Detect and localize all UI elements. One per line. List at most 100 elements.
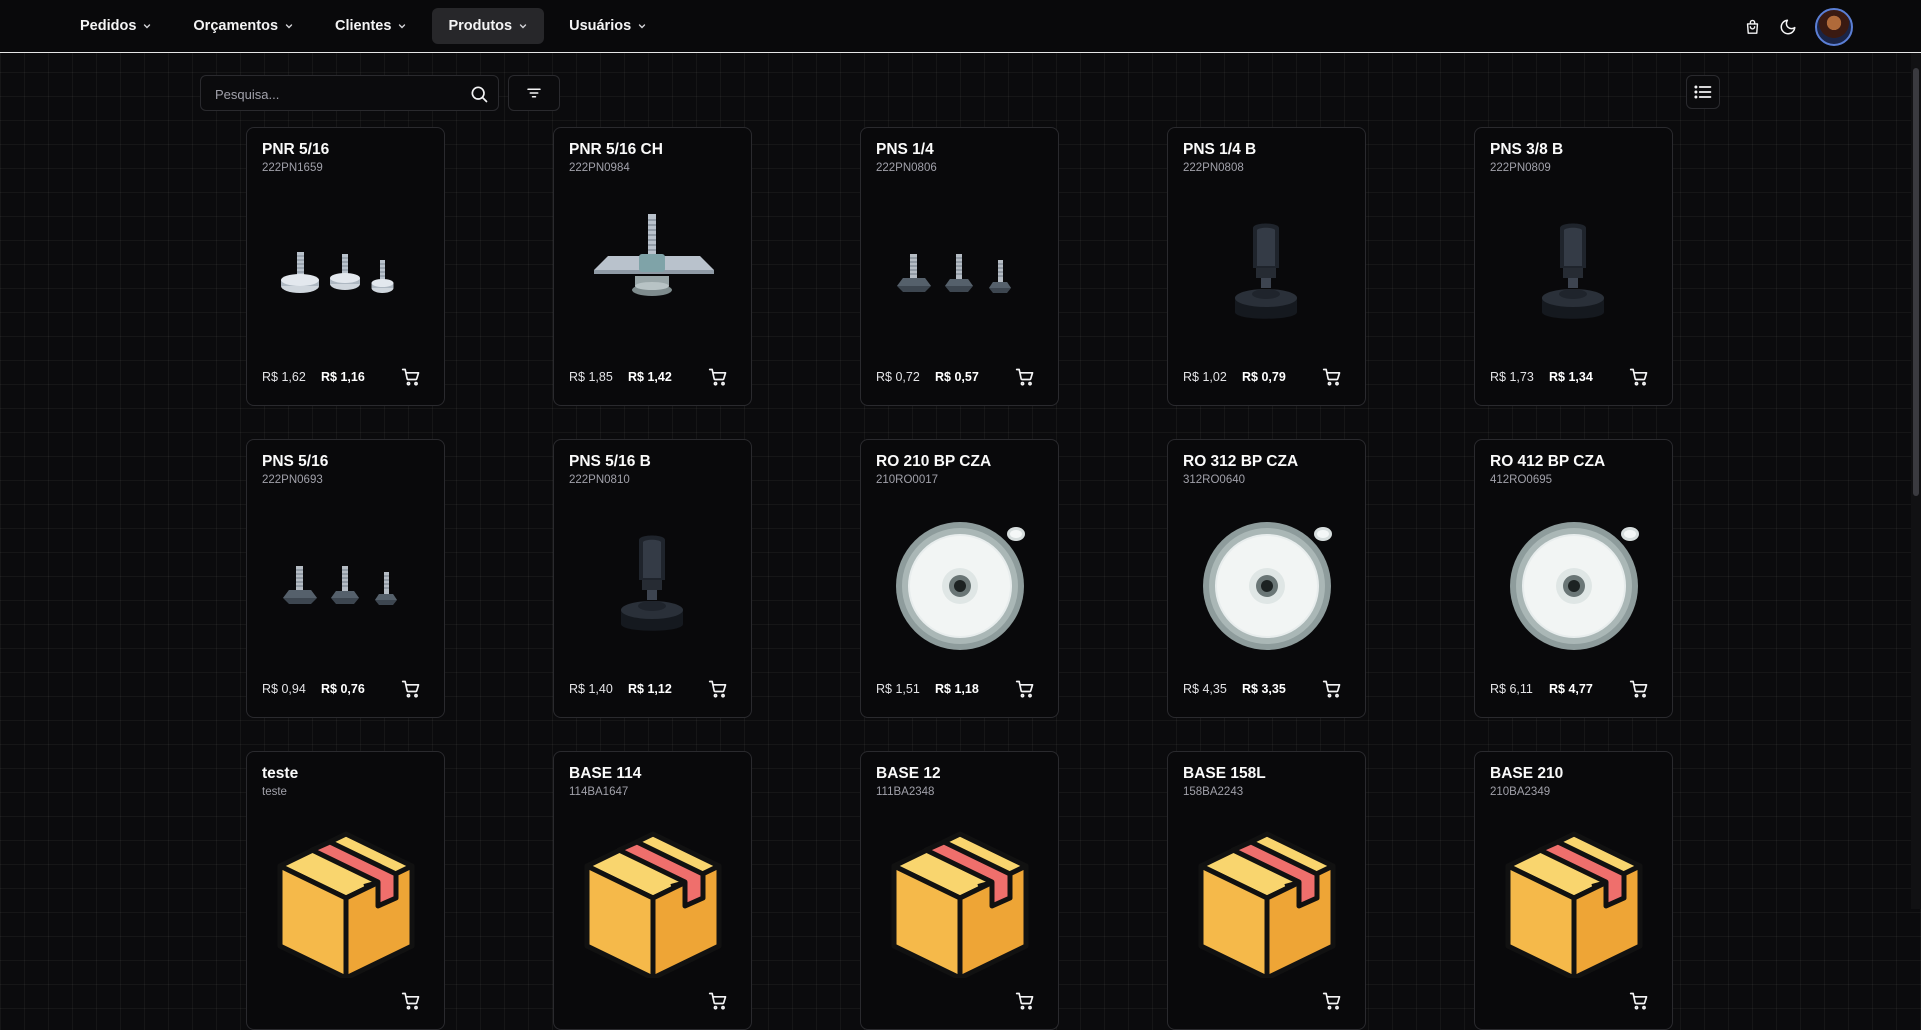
product-image <box>262 506 430 666</box>
product-card[interactable]: PNS 5/16 B 222PN0810 R$ 1,40 R$ 1,12 <box>553 439 752 718</box>
filter-button[interactable] <box>508 75 560 111</box>
product-image <box>569 194 737 354</box>
add-to-cart-button[interactable] <box>1322 679 1342 699</box>
product-code: 222PN0693 <box>262 474 323 486</box>
product-code: 210BA2349 <box>1490 786 1551 798</box>
product-code: teste <box>262 786 287 798</box>
product-card[interactable]: PNS 1/4 222PN0806 R$ 0,72 R$ 0,57 <box>860 127 1059 406</box>
product-name: PNS 5/16 B <box>569 453 651 470</box>
search-box <box>200 75 499 111</box>
product-card[interactable]: RO 412 BP CZA 412RO0695 R$ 6,11 R$ 4,77 <box>1474 439 1673 718</box>
add-to-cart-button[interactable] <box>708 679 728 699</box>
cart-icon <box>1015 680 1034 698</box>
add-to-cart-button[interactable] <box>1015 367 1035 387</box>
chevron-down-icon <box>519 24 527 29</box>
add-to-cart-button[interactable] <box>708 367 728 387</box>
add-to-cart-button[interactable] <box>1322 991 1342 1011</box>
cart-icon <box>708 368 727 386</box>
product-card[interactable]: PNR 5/16 CH 222PN0984 R$ 1,85 R$ 1,42 <box>553 127 752 406</box>
product-name: BASE 114 <box>569 765 642 782</box>
nav-item-0[interactable]: Pedidos <box>64 8 168 44</box>
scrollbar-thumb[interactable] <box>1913 68 1919 496</box>
nav-item-label: Usuários <box>569 18 632 34</box>
price-original: R$ 6,11 <box>1490 682 1533 696</box>
add-to-cart-button[interactable] <box>1629 367 1649 387</box>
list-view-button[interactable] <box>1686 75 1720 109</box>
add-to-cart-button[interactable] <box>401 991 421 1011</box>
product-card[interactable]: PNR 5/16 222PN1659 R$ 1,62 R$ 1,16 <box>246 127 445 406</box>
add-to-cart-button[interactable] <box>401 679 421 699</box>
price-discount: R$ 0,76 <box>321 682 365 696</box>
product-image <box>876 194 1044 354</box>
product-name: PNR 5/16 <box>262 141 330 158</box>
add-to-cart-button[interactable] <box>1322 367 1342 387</box>
price-original: R$ 1,02 <box>1183 370 1227 384</box>
search-icon[interactable] <box>469 84 489 104</box>
moon-icon[interactable] <box>1779 18 1797 36</box>
shopping-bag-icon[interactable] <box>1743 18 1761 36</box>
product-image <box>1490 194 1658 354</box>
product-code: 312RO0640 <box>1183 474 1246 486</box>
scrollbar[interactable] <box>1911 53 1921 909</box>
nav-item-4[interactable]: Usuários <box>553 8 663 44</box>
nav-item-3[interactable]: Produtos <box>432 8 545 44</box>
product-card[interactable]: BASE 12 111BA2348 <box>860 751 1059 1030</box>
product-name: PNS 1/4 <box>876 141 934 158</box>
add-to-cart-button[interactable] <box>1015 991 1035 1011</box>
cart-icon <box>1015 368 1034 386</box>
product-card[interactable]: PNS 1/4 B 222PN0808 R$ 1,02 R$ 0,79 <box>1167 127 1366 406</box>
product-card[interactable]: BASE 158L 158BA2243 <box>1167 751 1366 1030</box>
cart-icon <box>401 368 420 386</box>
product-name: RO 412 BP CZA <box>1490 453 1606 470</box>
product-card[interactable]: RO 210 BP CZA 210RO0017 R$ 1,51 R$ 1,18 <box>860 439 1059 718</box>
product-image <box>262 194 430 354</box>
product-card[interactable]: BASE 210 210BA2349 <box>1474 751 1673 1030</box>
product-name: BASE 12 <box>876 765 941 782</box>
search-input[interactable] <box>213 84 457 104</box>
product-image <box>876 818 1044 981</box>
nav-item-1[interactable]: Orçamentos <box>177 8 310 44</box>
add-to-cart-button[interactable] <box>1629 679 1649 699</box>
product-code: 222PN0984 <box>569 162 630 174</box>
product-image <box>876 506 1044 666</box>
product-card[interactable]: BASE 114 114BA1647 <box>553 751 752 1030</box>
product-name: PNS 1/4 B <box>1183 141 1257 158</box>
product-code: 111BA2348 <box>876 786 935 798</box>
product-card[interactable]: RO 312 BP CZA 312RO0640 R$ 4,35 R$ 3,35 <box>1167 439 1366 718</box>
top-navbar: Pedidos Orçamentos Clientes Produtos Usuário… <box>0 0 1921 53</box>
cart-icon <box>708 992 727 1010</box>
product-code: 222PN1659 <box>262 162 323 174</box>
product-name: PNR 5/16 CH <box>569 141 663 158</box>
product-name: RO 312 BP CZA <box>1183 453 1299 470</box>
product-card[interactable]: PNS 5/16 222PN0693 R$ 0,94 R$ 0,76 <box>246 439 445 718</box>
add-to-cart-button[interactable] <box>401 367 421 387</box>
cart-icon <box>708 680 727 698</box>
product-card[interactable]: PNS 3/8 B 222PN0809 R$ 1,73 R$ 1,34 <box>1474 127 1673 406</box>
price-discount: R$ 1,42 <box>628 370 672 384</box>
nav-item-label: Pedidos <box>80 18 137 34</box>
price-original: R$ 1,40 <box>569 682 613 696</box>
product-code: 222PN0809 <box>1490 162 1551 174</box>
product-name: PNS 3/8 B <box>1490 141 1564 158</box>
cart-icon <box>1629 680 1648 698</box>
avatar[interactable] <box>1815 8 1853 46</box>
product-code: 222PN0806 <box>876 162 937 174</box>
nav-item-2[interactable]: Clientes <box>319 8 423 44</box>
product-name: BASE 158L <box>1183 765 1266 782</box>
cart-icon <box>1322 992 1341 1010</box>
add-to-cart-button[interactable] <box>1015 679 1035 699</box>
product-card[interactable]: teste teste <box>246 751 445 1030</box>
add-to-cart-button[interactable] <box>708 991 728 1011</box>
main-nav: Pedidos Orçamentos Clientes Produtos Usuário… <box>64 8 663 44</box>
price-original: R$ 0,94 <box>262 682 306 696</box>
product-image <box>1490 818 1658 981</box>
product-code: 158BA2243 <box>1183 786 1244 798</box>
chevron-down-icon <box>638 24 646 29</box>
filter-icon <box>527 88 541 98</box>
product-image <box>1490 506 1658 666</box>
product-name: BASE 210 <box>1490 765 1564 782</box>
product-name: RO 210 BP CZA <box>876 453 992 470</box>
chevron-down-icon <box>144 24 151 29</box>
product-image <box>1183 818 1351 981</box>
add-to-cart-button[interactable] <box>1629 991 1649 1011</box>
